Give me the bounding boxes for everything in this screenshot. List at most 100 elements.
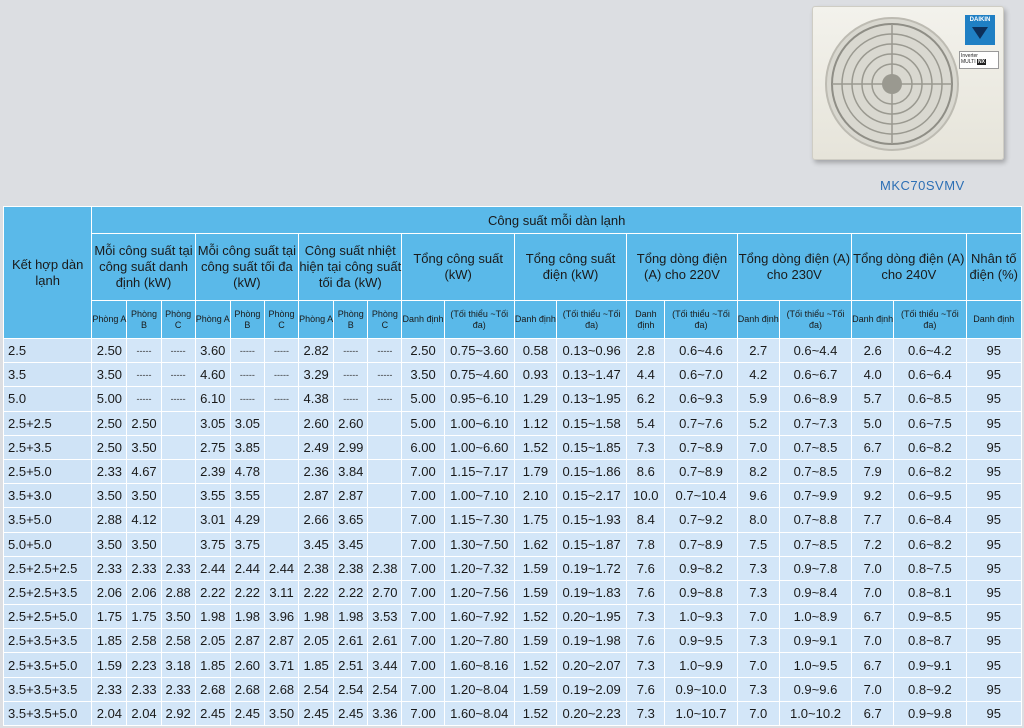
- table-cell: 7.00: [401, 458, 445, 485]
- table-cell: 2.87: [263, 628, 300, 654]
- table-cell: -----: [263, 386, 300, 412]
- col-header-power-factor: Nhân tố điện (%): [965, 233, 1023, 301]
- col-header-current-220: Tổng dòng điện (A) cho 220V: [626, 233, 738, 301]
- table-cell: 0.7~10.4: [664, 483, 738, 509]
- table-cell: 1.60~8.04: [443, 700, 515, 727]
- combination-cell: 2.5+2.5+3.5: [2, 579, 93, 606]
- table-cell: 2.60: [333, 410, 369, 436]
- table-cell: 2.38: [333, 555, 369, 581]
- table-cell: 0.20~2.07: [556, 652, 628, 678]
- room-a-label: Phòng A: [91, 300, 128, 339]
- table-cell: -----: [229, 362, 265, 388]
- table-cell: 7.00: [401, 507, 445, 533]
- table-cell: [263, 531, 300, 557]
- table-cell: [160, 507, 196, 533]
- table-cell: 2.33: [126, 555, 162, 581]
- table-cell: 1.29: [513, 386, 558, 412]
- table-cell: 5.4: [626, 410, 666, 436]
- table-cell: [367, 531, 403, 557]
- table-cell: 2.22: [333, 579, 369, 606]
- table-cell: 2.04: [91, 700, 128, 727]
- table-cell: 3.96: [263, 604, 300, 630]
- table-cell: 7.0: [736, 700, 780, 727]
- table-cell: 3.18: [160, 652, 196, 678]
- table-cell: 2.06: [91, 579, 128, 606]
- table-cell: 0.15~1.85: [556, 434, 628, 460]
- table-cell: 2.33: [160, 676, 196, 702]
- table-cell: -----: [333, 362, 369, 388]
- table-cell: 3.50: [126, 531, 162, 557]
- combination-cell: 3.5: [2, 362, 93, 388]
- table-cell: 0.9~9.8: [893, 700, 967, 727]
- table-cell: 7.0: [736, 652, 780, 678]
- table-cell: 3.45: [298, 531, 335, 557]
- table-cell: 1.0~9.9: [664, 652, 738, 678]
- table-cell: 2.33: [126, 676, 162, 702]
- table-cell: 2.33: [91, 676, 128, 702]
- table-cell: 0.6~8.4: [893, 507, 967, 533]
- combination-cell: 5.0: [2, 386, 93, 412]
- table-cell: 0.13~1.47: [556, 362, 628, 388]
- spec-table-body: 2.5 2.50 ----- ----- 3.60 ----- ----- 2.82 -----…: [2, 337, 1023, 727]
- combination-cell: 2.5+5.0: [2, 458, 93, 485]
- table-cell: 2.87: [229, 628, 265, 654]
- table-cell: 0.6~4.6: [664, 337, 738, 364]
- table-cell: 0.6~8.2: [893, 531, 967, 557]
- table-cell: 2.23: [126, 652, 162, 678]
- table-cell: 95: [965, 362, 1023, 388]
- table-row: 3.5+5.0 2.88 4.12 3.01 4.29 2.66 3.65 7.00 1.15~…: [2, 507, 1023, 533]
- table-cell: 0.7~8.5: [778, 458, 853, 485]
- combination-cell: 3.5+3.0: [2, 483, 93, 509]
- table-cell: 0.7~8.9: [664, 434, 738, 460]
- table-cell: -----: [126, 362, 162, 388]
- table-cell: 7.2: [851, 531, 895, 557]
- table-cell: 95: [965, 337, 1023, 364]
- table-cell: [367, 434, 403, 460]
- table-cell: 0.8~8.7: [893, 628, 967, 654]
- table-cell: 2.92: [160, 700, 196, 727]
- table-cell: 3.50: [126, 483, 162, 509]
- table-cell: 2.33: [91, 555, 128, 581]
- table-row: 5.0+5.0 3.50 3.50 3.75 3.75 3.45 3.45 7.00 1.30~…: [2, 531, 1023, 557]
- table-cell: 1.0~10.7: [664, 700, 738, 727]
- room-a-label: Phòng A: [194, 300, 231, 339]
- table-cell: 0.7~9.2: [664, 507, 738, 533]
- table-cell: 7.00: [401, 531, 445, 557]
- table-cell: -----: [126, 337, 162, 364]
- col-header-current-240: Tổng dòng điện (A) cho 240V: [851, 233, 967, 301]
- table-cell: 0.58: [513, 337, 558, 364]
- table-cell: 0.7~7.3: [778, 410, 853, 436]
- table-cell: 2.87: [333, 483, 369, 509]
- table-cell: 0.7~8.8: [778, 507, 853, 533]
- table-cell: 1.15~7.30: [443, 507, 515, 533]
- rated-label: Danh định: [401, 300, 445, 339]
- table-row: 3.5+3.5+5.0 2.04 2.04 2.92 2.45 2.45 3.50 2.45 2…: [2, 700, 1023, 727]
- table-cell: [160, 483, 196, 509]
- table-cell: 6.10: [194, 386, 231, 412]
- table-cell: [160, 434, 196, 460]
- table-cell: 3.55: [229, 483, 265, 509]
- table-cell: 1.00~6.60: [443, 434, 515, 460]
- table-cell: 0.6~4.2: [893, 337, 967, 364]
- table-cell: 8.4: [626, 507, 666, 533]
- table-cell: 95: [965, 676, 1023, 702]
- table-cell: 7.7: [851, 507, 895, 533]
- table-cell: 0.9~10.0: [664, 676, 738, 702]
- table-cell: 1.98: [194, 604, 231, 630]
- combination-cell: 2.5+2.5+5.0: [2, 604, 93, 630]
- table-cell: 1.20~7.32: [443, 555, 515, 581]
- table-cell: 0.9~9.1: [893, 652, 967, 678]
- table-cell: 2.61: [367, 628, 403, 654]
- table-cell: 0.20~2.23: [556, 700, 628, 727]
- table-cell: 6.2: [626, 386, 666, 412]
- table-cell: 1.98: [229, 604, 265, 630]
- table-cell: [367, 410, 403, 436]
- product-tag: Inverter MULTI NX: [959, 51, 999, 69]
- table-cell: 3.85: [229, 434, 265, 460]
- table-cell: 1.60~8.16: [443, 652, 515, 678]
- table-cell: 0.7~8.5: [778, 531, 853, 557]
- table-cell: 0.8~7.5: [893, 555, 967, 581]
- table-cell: 95: [965, 555, 1023, 581]
- table-cell: 1.85: [91, 628, 128, 654]
- table-cell: 3.65: [333, 507, 369, 533]
